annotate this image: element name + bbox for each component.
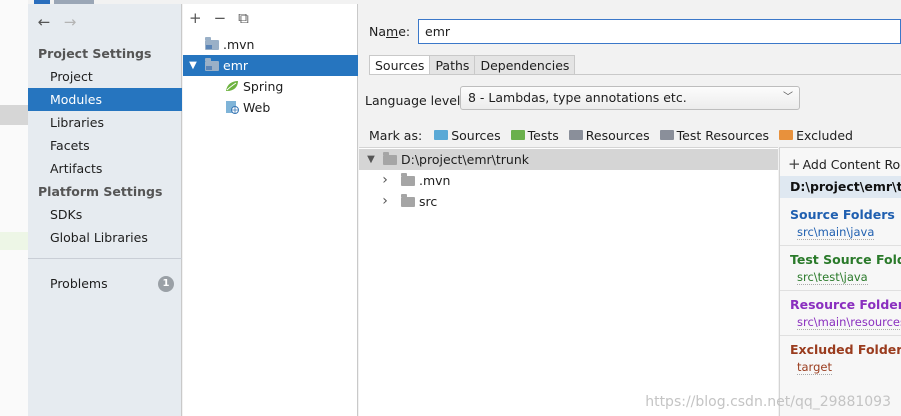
mark-as-test-resources[interactable]: Test Resources <box>659 128 769 143</box>
section-divider <box>780 245 901 246</box>
editor-strip <box>0 0 28 416</box>
resource-folder-entry[interactable]: src\main\resources <box>797 315 901 330</box>
tab-dependencies[interactable]: Dependencies <box>474 55 576 75</box>
module-settings-content: Name: Sources Paths Dependencies Languag… <box>359 4 901 416</box>
expand-arrow-icon[interactable]: ▼ <box>365 149 377 170</box>
platform-settings-title: Platform Settings <box>38 184 163 199</box>
sidebar-item-modules[interactable]: Modules <box>28 88 182 111</box>
mark-as-bar: Mark as: Sources Tests Resources Test Re… <box>369 126 863 144</box>
mark-as-sources[interactable]: Sources <box>434 128 501 143</box>
remove-icon[interactable]: − <box>214 9 227 27</box>
add-icon[interactable]: + <box>189 9 202 27</box>
project-settings-title: Project Settings <box>38 46 152 61</box>
module-tabs: Sources Paths Dependencies <box>369 55 576 75</box>
plus-icon: + <box>788 155 801 173</box>
content-roots-panel: +Add Content Root D:\project\emr\trunk S… <box>779 147 901 416</box>
sidebar-item-project[interactable]: Project <box>28 65 182 88</box>
name-label: Name: <box>369 24 411 39</box>
section-divider <box>780 335 901 336</box>
module-tree-item-emr[interactable]: ▼ emr <box>183 55 358 76</box>
source-folders-title: Source Folders <box>790 207 895 222</box>
watermark: https://blog.csdn.net/qq_29881093 <box>645 394 891 410</box>
copy-icon[interactable]: ⧉ <box>238 9 249 27</box>
module-folder-icon <box>205 37 219 50</box>
web-facet-icon <box>226 101 239 114</box>
module-tree-item-mvn[interactable]: .mvn <box>183 34 358 55</box>
sidebar-item-artifacts[interactable]: Artifacts <box>28 157 182 180</box>
module-tree-panel: + − ⧉ .mvn ▼ emr Spring Web <box>183 4 358 416</box>
folder-icon <box>401 173 415 186</box>
folder-icon <box>401 194 415 207</box>
mark-as-excluded[interactable]: Excluded <box>779 128 853 143</box>
sidebar-item-libraries[interactable]: Libraries <box>28 111 182 134</box>
tab-divider <box>369 74 901 75</box>
tests-folder-icon <box>510 130 525 140</box>
mark-as-label: Mark as: <box>369 127 423 143</box>
editor-highlight-band <box>0 105 28 125</box>
module-folder-icon <box>205 58 219 71</box>
excluded-folder-entry[interactable]: target <box>797 360 832 375</box>
tree-row-src[interactable]: › src <box>359 191 778 212</box>
excluded-folders-title: Excluded Folders <box>790 342 901 357</box>
tab-paths[interactable]: Paths <box>429 55 476 75</box>
excluded-folder-icon <box>779 130 794 140</box>
back-arrow-icon[interactable]: ← <box>36 13 52 31</box>
resources-folder-icon <box>568 130 583 140</box>
problems-count-badge: 1 <box>158 276 174 292</box>
sidebar-divider <box>28 258 182 259</box>
test-source-folders-title: Test Source Folders <box>790 252 901 267</box>
spring-leaf-icon <box>226 81 238 91</box>
sources-folder-icon <box>434 130 449 140</box>
mark-as-resources[interactable]: Resources <box>568 128 650 143</box>
tree-row-root[interactable]: ▼ D:\project\emr\trunk <box>359 149 778 170</box>
module-tree-item-spring[interactable]: Spring <box>183 76 358 97</box>
sidebar-item-facets[interactable]: Facets <box>28 134 182 157</box>
nav-arrows: ← → <box>36 13 78 31</box>
tab-sources[interactable]: Sources <box>369 55 431 75</box>
settings-sidebar: ← → Project Settings Project Modules Lib… <box>28 4 182 416</box>
language-level-select[interactable]: 8 - Lambdas, type annotations etc. ﹀ <box>460 86 800 110</box>
sidebar-item-sdks[interactable]: SDKs <box>28 203 182 226</box>
mark-as-tests[interactable]: Tests <box>510 128 559 143</box>
expand-arrow-icon[interactable]: ▼ <box>187 55 199 76</box>
chevron-right-icon[interactable]: › <box>379 191 391 212</box>
module-toolbar: + − ⧉ <box>183 4 358 32</box>
language-level-label: Language level: <box>365 93 465 108</box>
test-source-folder-entry[interactable]: src\test\java <box>797 270 868 285</box>
source-folder-entry[interactable]: src\main\java <box>797 225 875 240</box>
folder-icon <box>383 152 397 165</box>
add-content-root-button[interactable]: +Add Content Root <box>788 155 901 173</box>
section-divider <box>780 290 901 291</box>
sidebar-item-global-libraries[interactable]: Global Libraries <box>28 226 182 249</box>
editor-highlight-band <box>0 232 28 250</box>
sidebar-item-problems[interactable]: Problems 1 <box>28 272 182 295</box>
resource-folders-title: Resource Folders <box>790 297 901 312</box>
tree-row-mvn[interactable]: › .mvn <box>359 170 778 191</box>
source-folder-tree: ▼ D:\project\emr\trunk › .mvn › src <box>359 147 778 416</box>
chevron-right-icon[interactable]: › <box>379 170 391 191</box>
chevron-down-icon: ﹀ <box>783 92 793 103</box>
module-name-input[interactable] <box>418 19 901 44</box>
content-root-path: D:\project\emr\trunk <box>780 176 901 198</box>
test-resources-folder-icon <box>659 130 674 140</box>
forward-arrow-icon[interactable]: → <box>62 13 78 31</box>
module-tree-item-web[interactable]: Web <box>183 97 358 118</box>
